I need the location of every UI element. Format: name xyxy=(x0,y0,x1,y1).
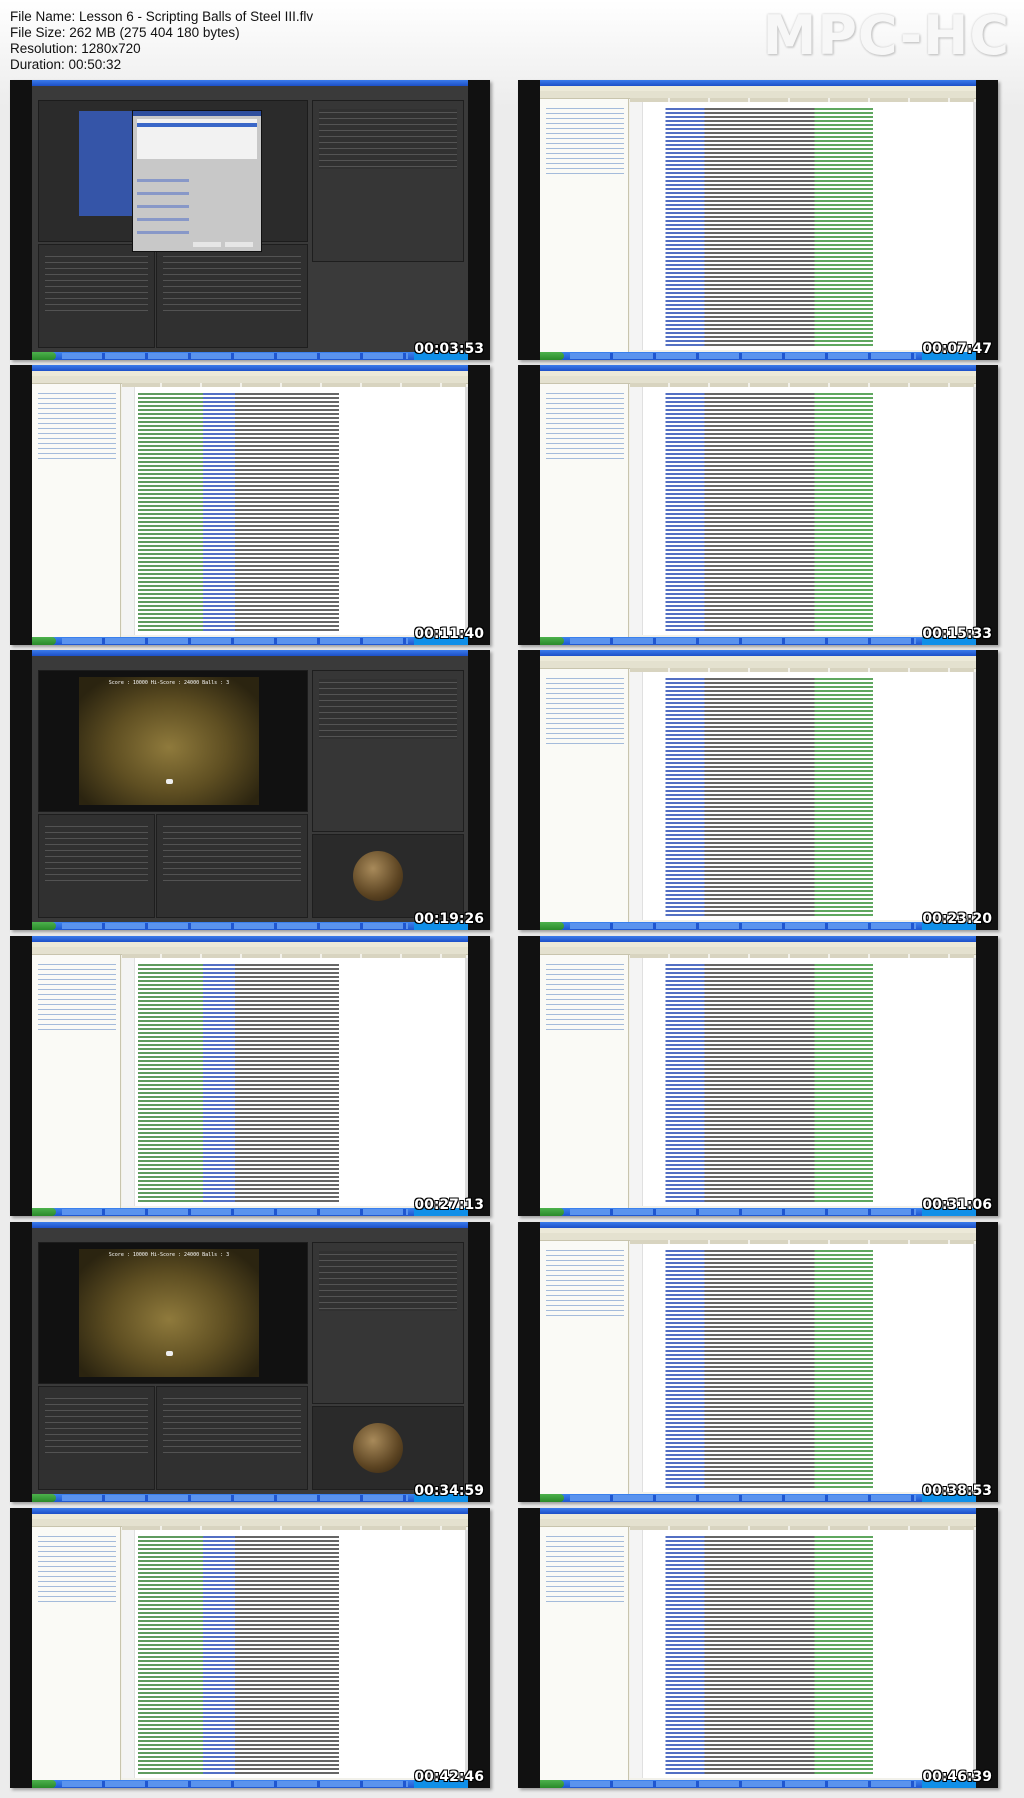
timestamp-label: 00:46:39 xyxy=(922,1769,992,1785)
video-thumbnail: 00:03:53 xyxy=(10,80,490,360)
thumbnail-screen xyxy=(32,80,468,360)
thumbnail-screen xyxy=(540,80,976,360)
video-thumbnail: 00:23:20 xyxy=(518,650,998,930)
video-thumbnail: 00:46:39 xyxy=(518,1508,998,1788)
video-thumbnail: Score : 10000 Hi-Score : 24000 Balls : 3… xyxy=(10,1222,490,1502)
video-thumbnail: 00:15:33 xyxy=(518,365,998,645)
game-view: Score : 10000 Hi-Score : 24000 Balls : 3 xyxy=(79,1249,259,1377)
thumbnail-screen xyxy=(32,365,468,645)
video-thumbnail: 00:27:13 xyxy=(10,936,490,1216)
timestamp-label: 00:19:26 xyxy=(414,911,484,927)
game-view: Score : 10000 Hi-Score : 24000 Balls : 3 xyxy=(79,677,259,805)
thumbnail-screen xyxy=(540,1222,976,1502)
game-hud-text: Score : 10000 Hi-Score : 24000 Balls : 3 xyxy=(108,1252,230,1258)
timestamp-label: 00:34:59 xyxy=(414,1483,484,1499)
thumbnail-screen xyxy=(540,1508,976,1788)
video-thumbnail: 00:38:53 xyxy=(518,1222,998,1502)
timestamp-label: 00:11:40 xyxy=(414,626,484,642)
game-hud-text: Score : 10000 Hi-Score : 24000 Balls : 3 xyxy=(108,680,230,686)
sphere-preview-icon xyxy=(353,851,403,901)
paddle-icon xyxy=(166,1351,173,1356)
timestamp-label: 00:07:47 xyxy=(922,341,992,357)
video-thumbnail: 00:07:47 xyxy=(518,80,998,360)
thumbnail-screen xyxy=(32,936,468,1216)
video-thumbnail: 00:11:40 xyxy=(10,365,490,645)
paddle-icon xyxy=(166,779,173,784)
timestamp-label: 00:15:33 xyxy=(922,626,992,642)
video-thumbnail: 00:42:46 xyxy=(10,1508,490,1788)
thumbnail-screen: Score : 10000 Hi-Score : 24000 Balls : 3 xyxy=(32,650,468,930)
thumbnail-screen xyxy=(540,650,976,930)
timestamp-label: 00:03:53 xyxy=(414,341,484,357)
thumbnail-screen xyxy=(540,365,976,645)
build-settings-dialog xyxy=(132,110,262,252)
timestamp-label: 00:38:53 xyxy=(922,1483,992,1499)
video-thumbnail: 00:31:06 xyxy=(518,936,998,1216)
video-thumbnail: Score : 10000 Hi-Score : 24000 Balls : 3… xyxy=(10,650,490,930)
timestamp-label: 00:27:13 xyxy=(414,1197,484,1213)
timestamp-label: 00:23:20 xyxy=(922,911,992,927)
sphere-preview-icon xyxy=(353,1423,403,1473)
thumbnail-grid: 00:03:53 00:07:47 00:11:40 00:15:33 Scor… xyxy=(0,0,1024,1798)
timestamp-label: 00:31:06 xyxy=(922,1197,992,1213)
timestamp-label: 00:42:46 xyxy=(414,1769,484,1785)
thumbnail-screen xyxy=(540,936,976,1216)
thumbnail-screen: Score : 10000 Hi-Score : 24000 Balls : 3 xyxy=(32,1222,468,1502)
thumbnail-screen xyxy=(32,1508,468,1788)
